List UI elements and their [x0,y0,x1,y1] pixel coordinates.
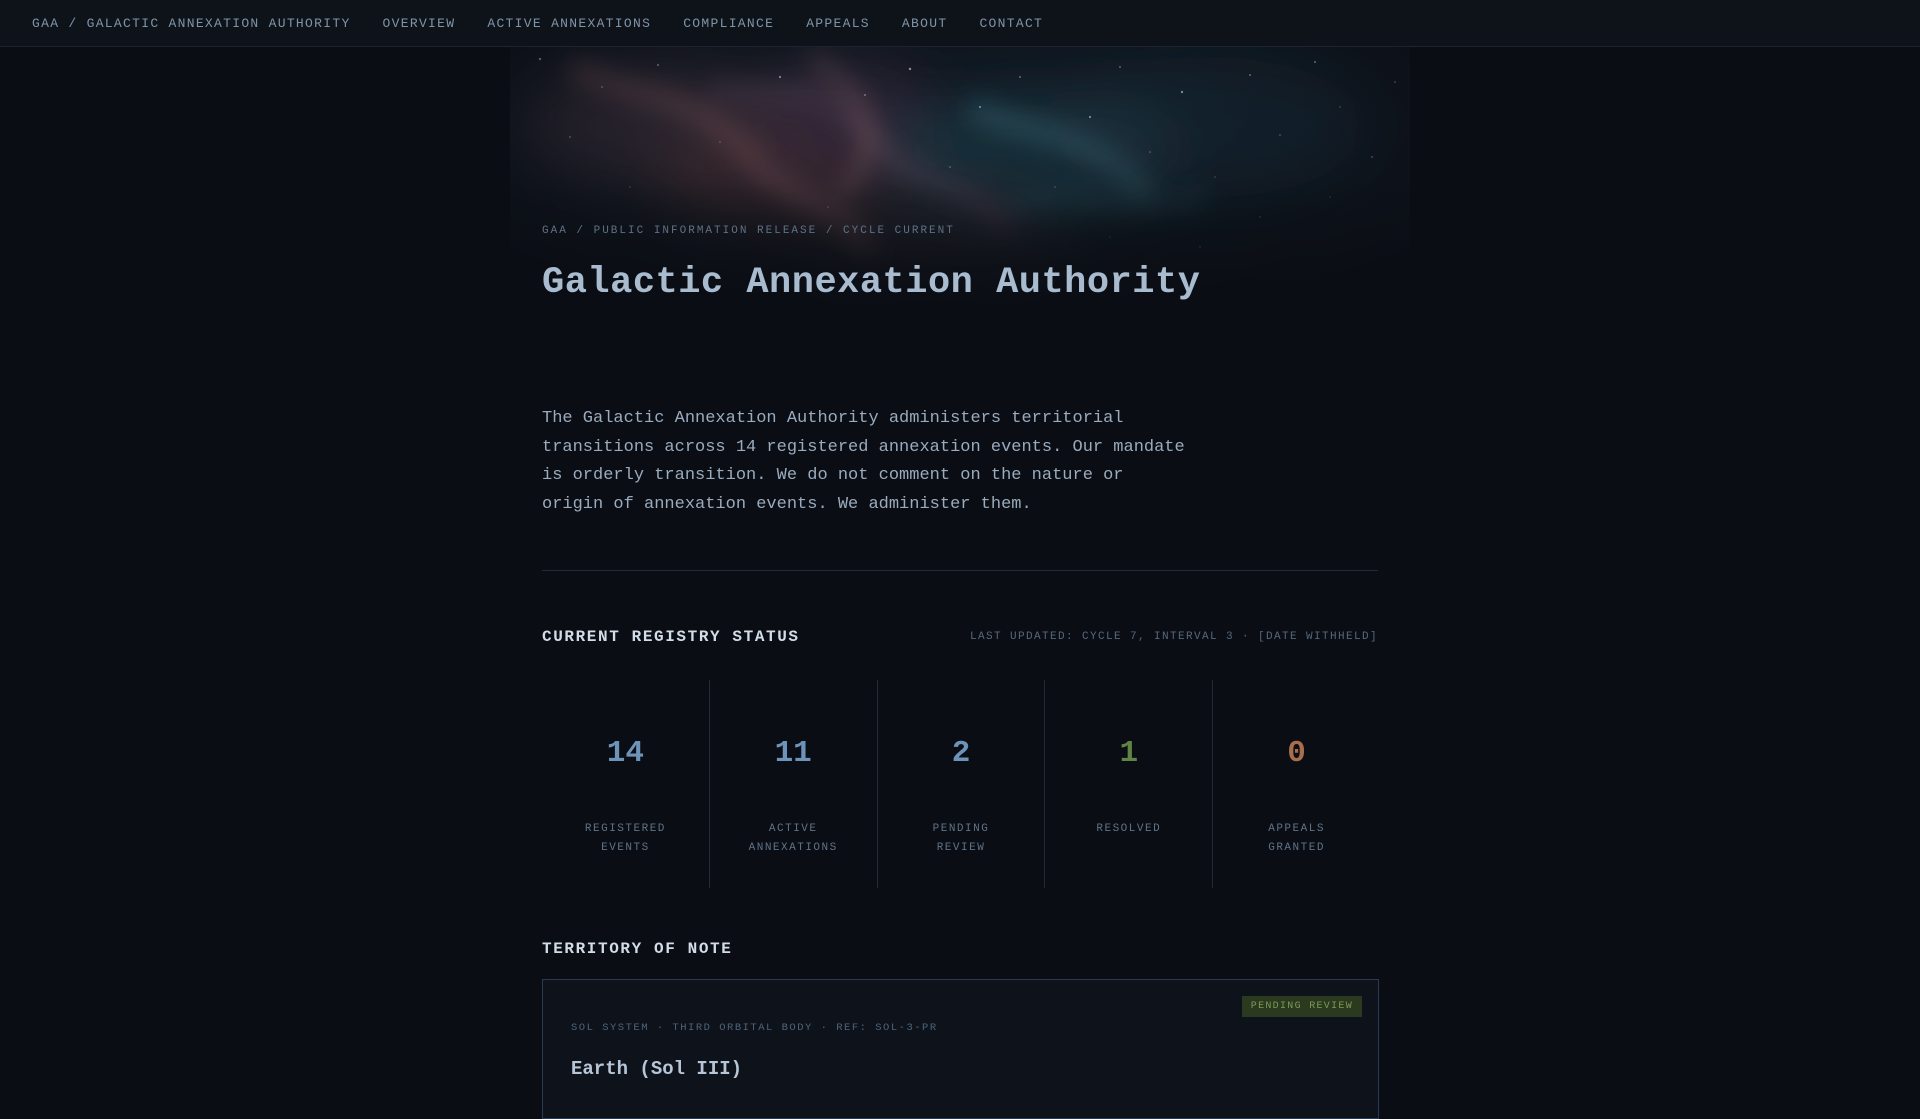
territory-card[interactable]: PENDING REVIEW SOL SYSTEM · THIRD ORBITA… [542,979,1379,1119]
nav-item-appeals[interactable]: APPEALS [806,16,870,31]
nav-item-compliance[interactable]: COMPLIANCE [683,16,774,31]
territory-heading: TERRITORY OF NOTE [542,940,733,958]
stat-label: RESOLVED [1096,823,1162,835]
nav-item-active-annexations[interactable]: ACTIVE ANNEXATIONS [487,16,651,31]
stat-label: REGISTERED EVENTS [584,823,666,854]
territory-reference: SOL SYSTEM · THIRD ORBITAL BODY · REF: S… [571,1022,938,1034]
stat-active-annexations: 11 ACTIVE ANNEXATIONS [710,680,878,888]
stat-value: 14 [606,736,644,771]
nav-item-overview[interactable]: OVERVIEW [383,16,456,31]
stat-value: 11 [774,736,812,771]
territory-name: Earth (Sol III) [571,1058,743,1080]
stat-resolved: 1 RESOLVED [1045,680,1214,888]
stat-label: APPEALS GRANTED [1268,823,1325,854]
intro-paragraph: The Galactic Annexation Authority admini… [542,409,1185,514]
nav-brand-link[interactable]: GAA / GALACTIC ANNEXATION AUTHORITY [32,16,351,31]
stat-value: 0 [1287,736,1306,771]
stat-label: PENDING REVIEW [932,823,990,854]
stat-label: ACTIVE ANNEXATIONS [748,823,838,854]
stat-value: 2 [951,736,971,771]
nav-item-about[interactable]: ABOUT [902,16,948,31]
registry-stats: 14 REGISTERED EVENTS 11 ACTIVE ANNEXATIO… [542,680,1380,888]
breadcrumb: GAA / PUBLIC INFORMATION RELEASE / CYCLE… [542,225,955,237]
stat-value: 1 [1119,736,1139,771]
stat-appeals-granted: 0 APPEALS GRANTED [1213,680,1380,888]
page-title: Galactic Annexation Authority [542,262,1201,304]
nav-item-contact[interactable]: CONTACT [979,16,1043,31]
status-badge: PENDING REVIEW [1241,996,1362,1017]
stat-registered-events: 14 REGISTERED EVENTS [542,680,710,888]
registry-status-heading: CURRENT REGISTRY STATUS [542,628,800,646]
last-updated-text: LAST UPDATED: CYCLE 7, INTERVAL 3 · [DAT… [969,631,1378,643]
stat-pending-review: 2 PENDING REVIEW [878,680,1046,888]
top-nav: GAA / GALACTIC ANNEXATION AUTHORITY OVER… [0,0,1920,47]
section-divider [542,570,1378,571]
